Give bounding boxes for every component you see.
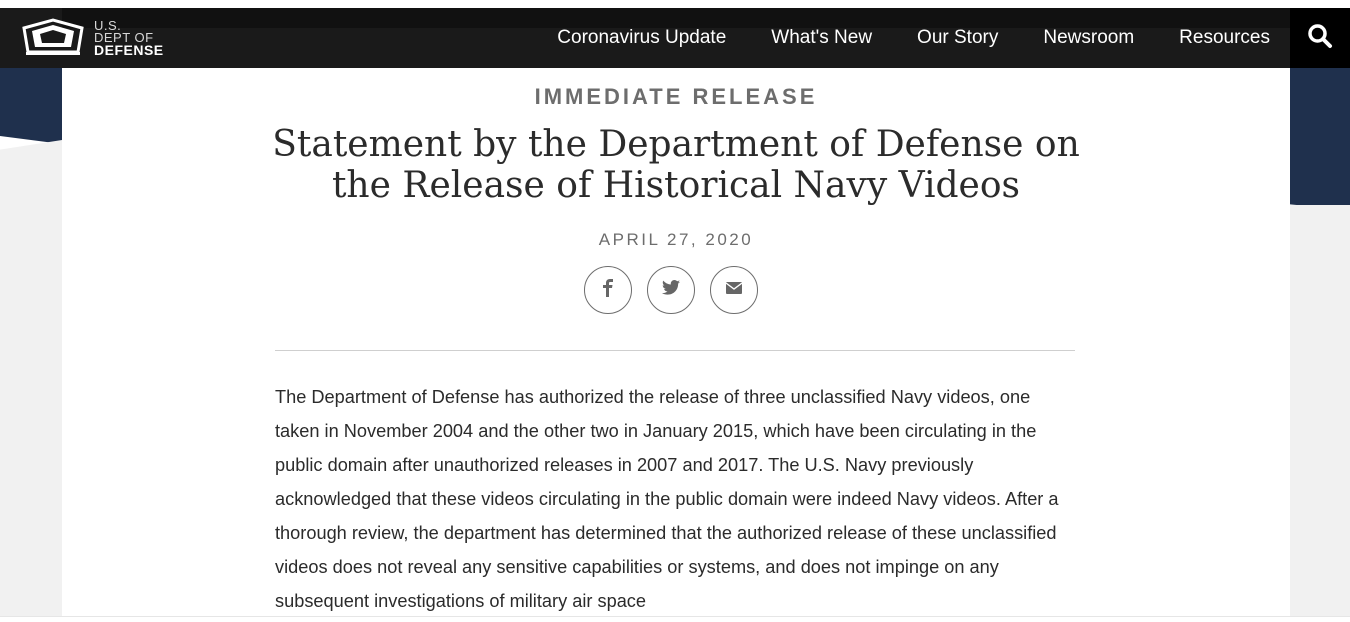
content-divider [275,350,1075,351]
article-body: The Department of Defense has authorized… [275,387,1059,611]
nav-coronavirus-update[interactable]: Coronavirus Update [557,27,726,49]
top-strip [0,0,1350,8]
search-button[interactable] [1290,8,1350,68]
bottom-edge [0,616,1350,622]
facebook-icon [601,278,615,302]
nav-newsroom[interactable]: Newsroom [1043,27,1134,49]
logo-text: U.S. DEPT OF DEFENSE [94,19,164,58]
publish-date: APRIL 27, 2020 [598,230,754,249]
release-label: IMMEDIATE RELEASE [534,84,818,109]
nav-whats-new[interactable]: What's New [771,27,872,49]
logo-line-defense: DEFENSE [94,42,164,58]
nav-our-story[interactable]: Our Story [917,27,998,49]
share-email-button[interactable] [710,266,758,314]
left-grey-band [0,140,62,622]
left-navy-band [0,68,62,144]
twitter-icon [662,280,680,300]
page-title: Statement by the Department of Defense o… [272,124,1080,206]
article-card: IMMEDIATE RELEASE Statement by the Depar… [62,68,1290,616]
page: U.S. DEPT OF DEFENSE Coronavirus Update … [0,0,1350,622]
share-twitter-button[interactable] [647,266,695,314]
search-icon [1307,23,1333,54]
right-grey-band [1290,205,1350,622]
pentagon-icon [18,18,88,58]
site-header: U.S. DEPT OF DEFENSE Coronavirus Update … [0,8,1350,68]
email-icon [725,281,743,299]
main-nav: Coronavirus Update What's New Our Story … [512,8,1270,68]
share-buttons [584,266,773,314]
nav-resources[interactable]: Resources [1179,27,1270,49]
share-facebook-button[interactable] [584,266,632,314]
dod-logo[interactable]: U.S. DEPT OF DEFENSE [18,16,178,60]
right-navy-band [1290,68,1350,210]
